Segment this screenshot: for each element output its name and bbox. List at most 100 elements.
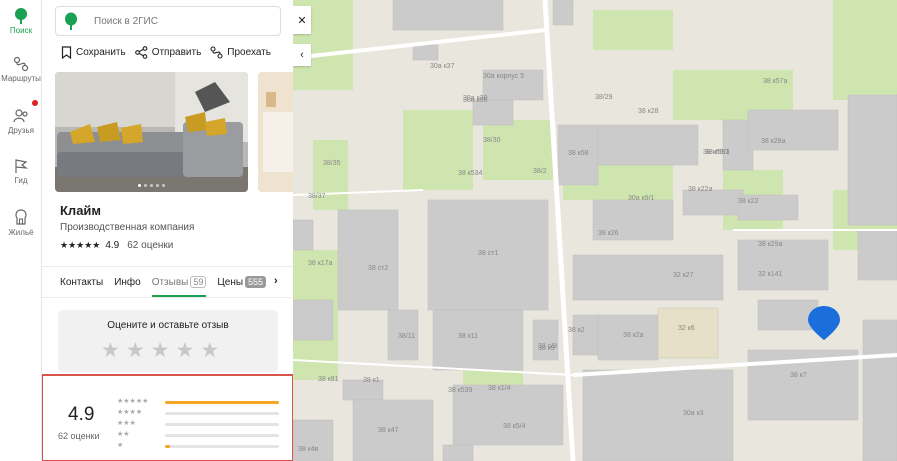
org-category: Производственная компания [60, 222, 195, 233]
distribution-track [165, 412, 279, 415]
nav-item-routes[interactable]: Маршруты [0, 56, 42, 83]
rate-star-1-icon[interactable]: ★ [101, 340, 120, 362]
map-building-label: 38 к2 [568, 327, 585, 334]
map-building-label: 38/29 [595, 94, 613, 101]
save-label: Сохранить [76, 47, 126, 58]
map-building-label: 38 к28 [638, 108, 659, 115]
map-building-label: 30а к3 [683, 410, 704, 417]
nav-item-housing[interactable]: Жильё [0, 208, 42, 237]
search-box[interactable] [55, 6, 281, 36]
map-building-label: 38/2 [533, 168, 547, 175]
map-building-label: 38 к7 [790, 372, 807, 379]
tab-info[interactable]: Инфо [114, 277, 141, 288]
rate-star-3-icon[interactable]: ★ [151, 340, 170, 362]
share-button[interactable]: Отправить [134, 46, 201, 59]
map-building-label: 30а к9/1 [628, 195, 655, 202]
tab-prices[interactable]: Цены 555 [217, 276, 267, 288]
share-icon [134, 46, 148, 59]
reviews-count-badge: 59 [190, 276, 207, 288]
search-leaf-icon [15, 8, 27, 24]
map-building-label: 38 к57а [763, 78, 788, 85]
chevron-left-icon: ‹ [300, 49, 304, 61]
tabs-next-arrow-icon[interactable]: › [274, 275, 278, 287]
tab-contacts[interactable]: Контакты [60, 277, 103, 288]
rate-star-2-icon[interactable]: ★ [126, 340, 145, 362]
map-building-label: 38 к11 [458, 333, 478, 340]
tab-bar: Контакты Инфо Отзывы 59 Цены 555 [60, 276, 277, 297]
nav-item-friends[interactable]: Друзья [0, 108, 42, 135]
nav-label: Маршруты [1, 74, 41, 83]
rating-stars-icon: ★★★★★ [60, 240, 101, 250]
map-view[interactable]: 30а к37 30а корпус 5 30а к30 30а к56 38/29 38… [293, 0, 897, 461]
map-building-label: 38/37 [308, 193, 326, 200]
location-pin-icon[interactable] [808, 306, 840, 340]
photo-main[interactable] [55, 72, 248, 192]
sofa-photo [55, 72, 248, 192]
map-building-label: 30а корпус 5 [483, 73, 524, 80]
friends-icon [13, 109, 28, 123]
map-building-label: 38 к17а [308, 260, 333, 267]
housing-icon [15, 209, 27, 225]
route-icon [210, 46, 223, 59]
search-input[interactable] [94, 15, 244, 27]
rate-star-5-icon[interactable]: ★ [200, 340, 219, 362]
distribution-stars-icon: ★★★ [117, 420, 136, 427]
rate-star-4-icon[interactable]: ★ [175, 340, 194, 362]
map-building-label: 38 к58 [568, 150, 589, 157]
route-label: Проехать [227, 47, 271, 58]
prices-count-badge: 555 [245, 276, 267, 288]
map-canvas[interactable]: 30а к3730а корпус 530а к3030а к56 38/2938… [293, 0, 897, 461]
notification-dot [32, 100, 38, 106]
rating-value: 4.9 [105, 240, 120, 251]
collapse-panel-button[interactable]: ‹ [293, 44, 311, 66]
distribution-track [165, 445, 279, 448]
map-building-label: 38 с/8 [538, 343, 557, 350]
map-building-label: 38 к539 [448, 387, 473, 394]
divider [42, 297, 293, 298]
summary-count: 62 оценки [58, 431, 100, 441]
summary-rating: 4.9 [68, 404, 95, 425]
nav-item-guide[interactable]: Гид [0, 158, 42, 185]
map-building-label: 32 к141 [758, 271, 783, 278]
tab-label: Цены [217, 277, 244, 288]
map-building-label: 38 к22 [738, 198, 759, 205]
distribution-stars-icon: ★★★★ [117, 409, 143, 416]
route-button[interactable]: Проехать [210, 46, 271, 59]
nav-item-search[interactable]: Поиск [0, 8, 42, 35]
rate-stars: ★ ★ ★ ★ ★ [101, 340, 219, 362]
distribution-track [165, 423, 279, 426]
map-building-label: 32 к6 [678, 325, 695, 332]
rate-card: Оцените и оставьте отзыв ★ ★ ★ ★ ★ [58, 310, 278, 372]
map-building-label: 30а к37 [430, 63, 455, 70]
save-button[interactable]: Сохранить [61, 46, 126, 59]
nav-label: Друзья [8, 126, 34, 135]
map-building-label: 38 ст2 [368, 265, 388, 272]
map-building-label: 38/35 [323, 160, 341, 167]
distribution-track [165, 434, 279, 437]
map-building-label: 38 к1 [363, 377, 380, 384]
map-building-label: 38 к593 [705, 149, 730, 156]
map-building-label: 38 к2а [623, 332, 644, 339]
map-building-label: 38 к28а [761, 138, 786, 145]
nav-label: Жильё [8, 228, 34, 237]
rating-count[interactable]: 62 оценки [127, 240, 173, 251]
nav-label: Гид [14, 176, 28, 185]
close-panel-button[interactable]: ✕ [293, 6, 311, 34]
photo-next[interactable] [258, 72, 293, 192]
map-building-label: 38 к22а [688, 186, 713, 193]
map-building-label: 38 ст1 [478, 250, 498, 257]
map-building-label: 38/30 [483, 137, 501, 144]
guide-flag-icon [15, 159, 29, 173]
close-icon: ✕ [297, 14, 307, 27]
divider [42, 266, 293, 267]
distribution-fill [165, 401, 279, 404]
logo-leaf-icon [65, 12, 77, 30]
map-building-label: 38 к1/4 [488, 385, 511, 392]
tab-label: Контакты [60, 276, 104, 288]
distribution-stars-icon: ★★ [117, 431, 130, 438]
tab-reviews[interactable]: Отзывы 59 [151, 276, 207, 297]
tab-label: Инфо [114, 276, 141, 288]
map-building-label: 38/11 [398, 333, 415, 340]
map-building-label: 38 к26 [598, 230, 619, 237]
map-building-label: 38 к29а [758, 241, 783, 248]
